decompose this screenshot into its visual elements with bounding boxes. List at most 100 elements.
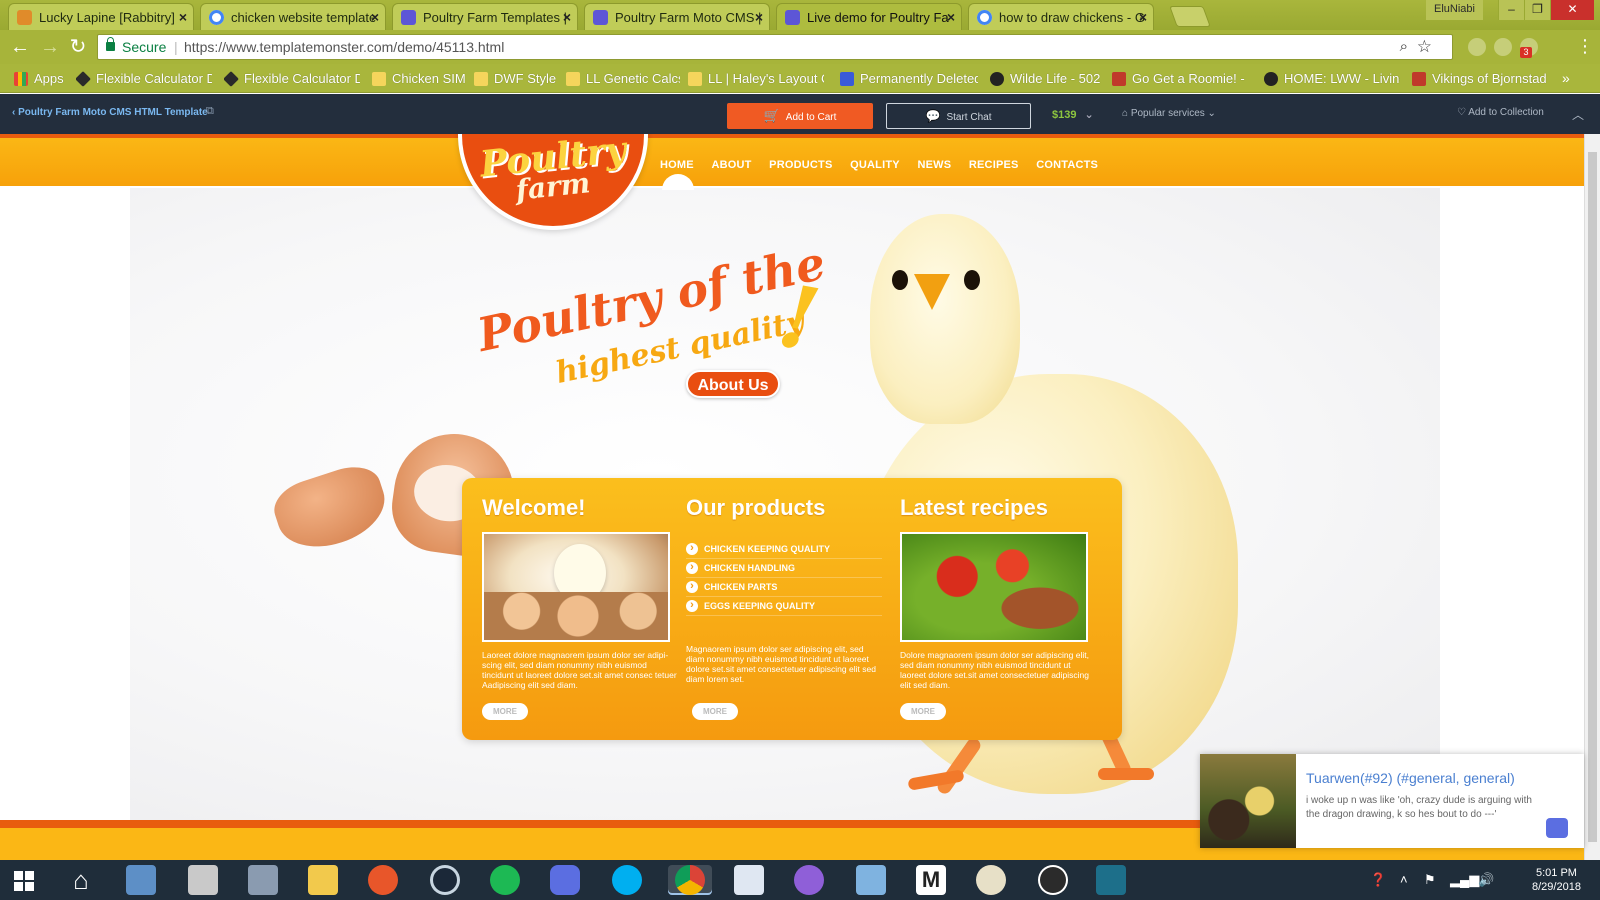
tray-chevron-icon[interactable]: ˄ [1400,872,1408,887]
nav-contacts[interactable]: CONTACTS [1036,159,1098,171]
home-icon[interactable]: ⌂ [66,865,96,895]
nav-home[interactable]: HOME [660,159,694,171]
bookmark-flexible-calculator[interactable]: Flexible Calculator D [76,70,212,88]
close-icon[interactable]: × [1139,4,1147,30]
tab-lucky-lapine[interactable]: Lucky Lapine [Rabbitry] × [8,3,194,30]
forward-arrow-icon[interactable]: → [38,35,62,59]
bookmark-label: Flexible Calculator D [96,71,212,86]
about-us-button[interactable]: About Us [686,370,780,398]
bookmark-wilde-life[interactable]: Wilde Life - 502 [990,70,1102,88]
bookmarks-overflow-icon[interactable]: » [1562,70,1570,86]
bookmark-label: Permanently Deleted [860,71,978,86]
bookmark-ll-genetic-calcs[interactable]: LL Genetic Calcs [566,70,680,88]
nav-products[interactable]: PRODUCTS [769,159,832,171]
help-icon[interactable]: ❓ [1370,872,1386,888]
extension-icon[interactable] [1494,38,1512,56]
nav-about[interactable]: ABOUT [711,159,751,171]
tab-chicken-website-template[interactable]: chicken website template × [200,3,386,30]
chevron-down-icon: ⌄ [1084,109,1094,121]
bookmark-star-icon[interactable]: ☆ [1417,37,1432,57]
profile-name[interactable]: EluNiabi [1426,0,1483,20]
popular-services-dropdown[interactable]: ⌂ Popular services ⌄ [1122,108,1216,119]
steam-icon[interactable] [430,865,460,895]
bookmark-permanently-deleted[interactable]: Permanently Deleted [840,70,978,88]
product-link[interactable]: CHICKEN PARTS [686,578,882,597]
windows-start-icon[interactable] [14,871,34,891]
discord-taskbar-icon[interactable] [550,865,580,895]
chrome-taskbar-button[interactable] [668,865,712,895]
paint-app-icon[interactable] [856,865,886,895]
file-explorer-icon[interactable] [308,865,338,895]
document-icon[interactable] [734,865,764,895]
tab-how-to-draw-chickens[interactable]: how to draw chickens - G × [968,3,1154,30]
cat-app-icon[interactable] [794,865,824,895]
start-chat-button[interactable]: 💬 Start Chat [886,103,1031,129]
volume-icon[interactable]: 🔊 [1478,872,1494,888]
close-icon[interactable]: × [947,4,955,30]
network-icon[interactable]: ▂▄▆ [1450,872,1479,888]
skype-icon[interactable] [612,865,642,895]
chevron-up-icon[interactable]: ︿ [1572,106,1584,123]
welcome-more-button[interactable]: MORE [482,703,528,720]
back-to-template-link[interactable]: ‹ Poultry Farm Moto CMS HTML Template [12,107,208,118]
restore-icon[interactable]: ❐ [1524,0,1550,20]
close-icon[interactable]: × [371,4,379,30]
tab-poultry-farm-moto-cms[interactable]: Poultry Farm Moto CMS | × [584,3,770,30]
new-tab-button[interactable] [1169,6,1211,27]
page-scrollbar[interactable] [1584,134,1600,860]
price-dropdown[interactable]: $139 ⌄ [1052,108,1094,121]
add-to-collection-button[interactable]: ♡ Add to Collection [1457,107,1544,118]
scrollbar-thumb[interactable] [1588,152,1597,842]
comic-icon [1112,72,1126,86]
tab-title: Poultry Farm Moto CMS | [615,10,762,25]
external-link-icon[interactable]: ⧉ [206,105,214,118]
minimize-icon[interactable]: – [1498,0,1524,20]
zoom-icon[interactable]: ⌕ [1400,38,1408,55]
flag-icon[interactable]: ⚑ [1424,872,1436,888]
products-more-button[interactable]: MORE [692,703,738,720]
obs-icon[interactable] [1038,865,1068,895]
product-link[interactable]: EGGS KEEPING QUALITY [686,597,882,616]
discord-notification[interactable]: Tuarwen(#92) (#general, general) i woke … [1200,754,1584,848]
tab-title: how to draw chickens - G [999,10,1145,25]
bookmark-haleys-layout[interactable]: LL | Haley's Layout C [688,70,824,88]
address-bar[interactable]: Secure | https://www.templatemonster.com… [97,34,1453,60]
url-text[interactable]: https://www.templatemonster.com/demo/451… [184,39,504,55]
reload-icon[interactable]: ↻ [66,35,90,59]
close-icon[interactable]: × [755,4,763,30]
nav-quality[interactable]: QUALITY [850,159,900,171]
drive-icon[interactable] [188,865,218,895]
window-close-icon[interactable]: ✕ [1550,0,1594,20]
chick-eye [892,270,908,290]
recipes-more-button[interactable]: MORE [900,703,946,720]
tab-poultry-farm-templates[interactable]: Poultry Farm Templates | × [392,3,578,30]
bookmark-flexible-calculator-2[interactable]: Flexible Calculator D [224,70,360,88]
back-arrow-icon[interactable]: ← [8,35,32,59]
bookmark-label: DWF Style [494,71,557,86]
nav-news[interactable]: NEWS [917,159,951,171]
close-icon[interactable]: × [179,4,187,30]
extension-icon[interactable] [1468,38,1486,56]
computer-icon[interactable] [248,865,278,895]
product-link[interactable]: CHICKEN KEEPING QUALITY [686,540,882,559]
close-icon[interactable]: × [563,4,571,30]
bookmark-dwf-style[interactable]: DWF Style [474,70,558,88]
control-panel-icon[interactable] [126,865,156,895]
app-window-icon[interactable] [1096,865,1126,895]
origin-icon[interactable] [368,865,398,895]
m-app-icon[interactable]: M [916,865,946,895]
bookmark-apps[interactable]: Apps [14,70,84,88]
bookmark-go-get-a-roomie[interactable]: Go Get a Roomie! - [1112,70,1248,88]
tab-live-demo[interactable]: Live demo for Poultry Fa × [776,3,962,30]
browser-tab-strip: Lucky Lapine [Rabbitry] × chicken websit… [0,0,1600,30]
product-link[interactable]: CHICKEN HANDLING [686,559,882,578]
browser-menu-icon[interactable]: ⋮ [1576,36,1594,57]
clock[interactable]: 5:01 PM 8/29/2018 [1532,866,1581,894]
palette-icon[interactable] [976,865,1006,895]
bookmark-lww[interactable]: HOME: LWW - Living [1264,70,1400,88]
nav-recipes[interactable]: RECIPES [969,159,1019,171]
add-to-cart-button[interactable]: 🛒 Add to Cart [727,103,873,129]
bookmark-vikings-of-bjornstad[interactable]: Vikings of Bjornstad [1412,70,1552,88]
spotify-icon[interactable] [490,865,520,895]
bookmark-chicken-sim[interactable]: Chicken SIM [372,70,466,88]
